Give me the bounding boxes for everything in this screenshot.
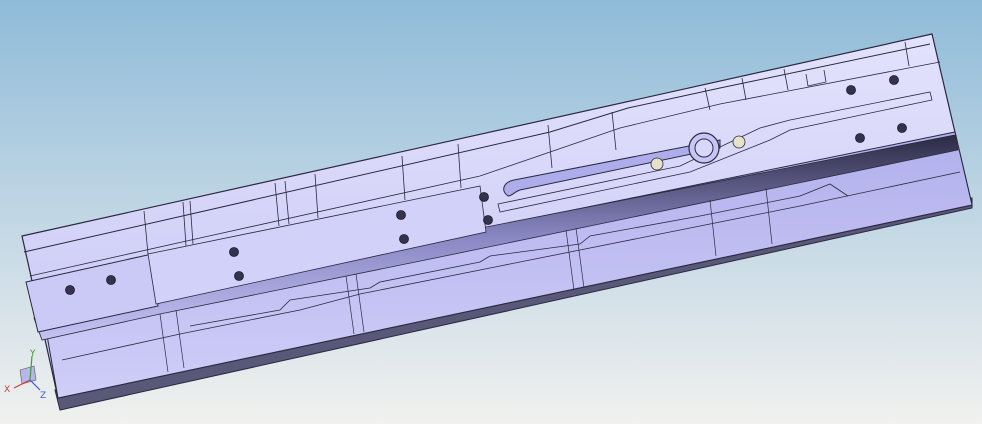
3d-viewport[interactable]: Y X Z: [0, 0, 982, 424]
hole: [846, 85, 856, 95]
hole: [229, 247, 239, 257]
viewport-canvas[interactable]: Y X Z: [0, 0, 982, 424]
triad-y-label: Y: [29, 349, 36, 359]
hole: [106, 275, 116, 285]
hole: [483, 215, 493, 225]
triad-x-label: X: [4, 385, 10, 395]
hole: [399, 234, 409, 244]
hole: [855, 133, 865, 143]
hole: [396, 210, 406, 220]
hole: [897, 123, 907, 133]
pin-right: [732, 135, 746, 149]
hole: [234, 271, 244, 281]
hole: [65, 285, 75, 295]
hole: [889, 75, 899, 85]
pin-left: [650, 157, 664, 171]
triad-z-label: Z: [40, 391, 46, 401]
hole: [479, 192, 489, 202]
part-boss-hole: [694, 138, 714, 158]
